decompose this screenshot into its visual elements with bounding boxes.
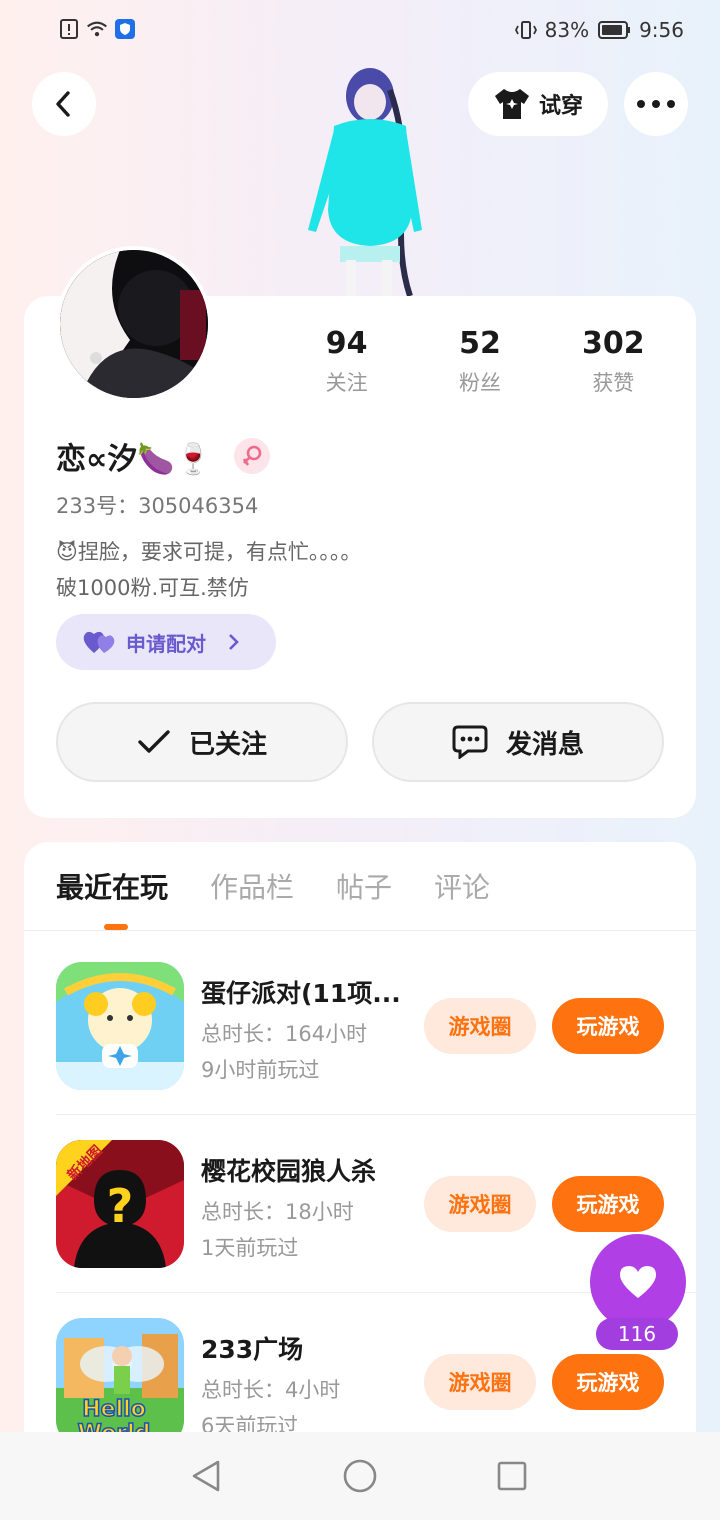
tab-bar: 最近在玩 作品栏 帖子 评论 — [56, 866, 490, 906]
pair-request-button[interactable]: 申请配对 — [56, 614, 276, 670]
play-game-button[interactable]: 玩游戏 — [552, 1354, 664, 1410]
likes-count: 302 — [582, 326, 645, 361]
likes-label: 获赞 — [592, 371, 635, 395]
game-icon-eggy-party[interactable] — [56, 962, 184, 1090]
pair-label: 申请配对 — [126, 631, 206, 656]
tshirt-icon — [494, 89, 529, 119]
heart-icon — [620, 1266, 656, 1298]
nav-recents-button[interactable] — [492, 1456, 532, 1496]
game-icon-sakura-werewolf[interactable]: ? 新地图 — [56, 1140, 184, 1268]
game-circle-button[interactable]: 游戏圈 — [424, 1354, 536, 1410]
nav-home-button[interactable] — [340, 1456, 380, 1496]
play-game-button[interactable]: 玩游戏 — [552, 1176, 664, 1232]
message-button[interactable]: 发消息 — [372, 702, 664, 782]
followers-stat[interactable]: 52 粉丝 — [413, 326, 546, 397]
game-circle-button[interactable]: 游戏圈 — [424, 998, 536, 1054]
game-icon-233-plaza[interactable]: Hello World — [56, 1318, 184, 1446]
tab-comments[interactable]: 评论 — [434, 866, 490, 906]
following-label: 关注 — [325, 371, 368, 395]
system-nav-bar — [0, 1432, 720, 1520]
tryon-button[interactable]: 试穿 — [468, 72, 608, 136]
user-id: 233号：305046354 — [56, 494, 259, 518]
game-duration: 总时长：18小时 — [201, 1200, 354, 1224]
game-name: 蛋仔派对(11项... — [201, 979, 401, 1008]
more-button[interactable] — [624, 72, 688, 136]
bio-line: 😈捏脸，要求可提，有点忙。。。。 — [56, 540, 362, 564]
shield-app-icon — [114, 18, 136, 40]
nav-back-button[interactable] — [186, 1456, 226, 1496]
game-row[interactable]: 蛋仔派对(11项... 总时长：164小时 9小时前玩过 游戏圈 玩游戏 — [56, 962, 696, 1092]
triangle-back-icon — [192, 1460, 220, 1492]
like-count-badge: 116 — [596, 1318, 678, 1350]
message-label: 发消息 — [505, 729, 584, 760]
circle-home-icon — [343, 1459, 377, 1493]
like-button[interactable] — [590, 1234, 686, 1330]
clock: 9:56 — [639, 18, 684, 42]
tab-works[interactable]: 作品栏 — [210, 866, 294, 906]
game-duration: 总时长：4小时 — [201, 1378, 341, 1402]
bio-line: 破1000粉.可互.禁仿 — [56, 576, 249, 600]
chat-bubble-icon — [452, 725, 488, 759]
avatar-3d-figure[interactable] — [290, 60, 440, 300]
more-dots-icon — [637, 100, 675, 108]
game-circle-button[interactable]: 游戏圈 — [424, 1176, 536, 1232]
back-arrow-icon — [56, 91, 70, 117]
avatar[interactable] — [56, 246, 212, 402]
tab-posts[interactable]: 帖子 — [336, 866, 392, 906]
status-bar: 83% 9:56 — [0, 0, 720, 60]
battery-icon — [597, 19, 631, 41]
following-stat[interactable]: 94 关注 — [280, 326, 413, 397]
follow-label: 已关注 — [188, 729, 267, 760]
square-recents-icon — [497, 1461, 527, 1491]
battery-percent: 83% — [544, 18, 590, 42]
wifi-icon — [86, 18, 108, 40]
followers-label: 粉丝 — [458, 371, 501, 395]
double-heart-icon — [83, 631, 115, 653]
game-name: 樱花校园狼人杀 — [201, 1157, 377, 1186]
game-last-played: 1天前玩过 — [201, 1236, 299, 1260]
back-button[interactable] — [32, 72, 96, 136]
svg-text:?: ? — [107, 1179, 134, 1233]
play-game-button[interactable]: 玩游戏 — [552, 998, 664, 1054]
nickname-row: 恋∝汐🍆🍷 — [56, 434, 271, 478]
divider — [56, 1114, 696, 1115]
checkmark-icon — [138, 730, 170, 753]
alert-icon — [58, 18, 80, 40]
tab-recent-played[interactable]: 最近在玩 — [56, 866, 168, 906]
game-last-played: 9小时前玩过 — [201, 1058, 320, 1082]
stats-row: 94 关注 52 粉丝 302 获赞 — [280, 326, 680, 397]
bio: 😈捏脸，要求可提，有点忙。。。。 破1000粉.可互.禁仿 — [56, 534, 361, 606]
chevron-right-icon — [229, 634, 239, 650]
divider — [24, 930, 696, 931]
tryon-label: 试穿 — [538, 94, 583, 119]
icon-text-hello: Hello — [82, 1397, 146, 1422]
female-gender-icon — [234, 438, 271, 474]
nickname: 恋∝汐🍆🍷 — [56, 442, 213, 477]
game-name: 233广场 — [201, 1335, 304, 1364]
follow-button[interactable]: 已关注 — [56, 702, 348, 782]
likes-stat[interactable]: 302 获赞 — [547, 326, 680, 397]
following-count: 94 — [325, 326, 368, 361]
game-duration: 总时长：164小时 — [201, 1022, 368, 1046]
followers-count: 52 — [459, 326, 501, 361]
vibrate-icon — [514, 19, 537, 41]
